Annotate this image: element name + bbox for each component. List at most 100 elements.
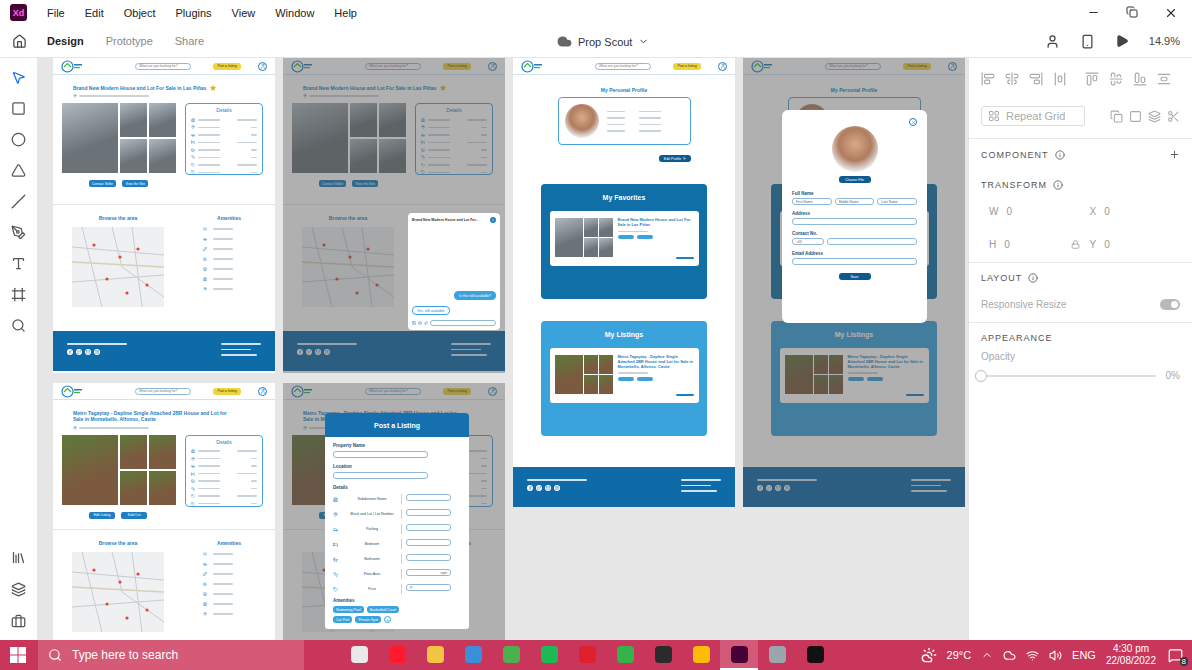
boolean-icon[interactable] xyxy=(1110,110,1123,123)
listing-photo[interactable] xyxy=(62,435,118,505)
text-tool[interactable] xyxy=(10,254,28,272)
social-link[interactable] xyxy=(94,349,100,355)
assets-panel-button[interactable] xyxy=(10,548,28,566)
pen-tool[interactable] xyxy=(10,223,28,241)
artboard-tool[interactable] xyxy=(10,285,28,303)
tray-expand-icon[interactable] xyxy=(981,649,993,661)
listing-photo[interactable] xyxy=(149,435,176,469)
add-icon[interactable] xyxy=(1169,149,1180,160)
listing-action-button[interactable]: Sold Out xyxy=(121,512,147,519)
mode-tab[interactable]: Design xyxy=(47,35,84,47)
volume-icon[interactable] xyxy=(1049,649,1062,662)
wifi-icon[interactable] xyxy=(1026,649,1039,662)
close-button[interactable] xyxy=(490,217,496,223)
social-link[interactable] xyxy=(536,485,542,491)
image-icon[interactable] xyxy=(412,321,416,325)
align-icon[interactable] xyxy=(1157,72,1171,86)
plugins-panel-button[interactable] xyxy=(10,612,28,630)
menu-item[interactable]: File xyxy=(47,7,65,19)
listing-card[interactable]: Brand New Modern House and Lot For Sale … xyxy=(550,211,699,266)
text-field[interactable]: +63 xyxy=(792,238,824,245)
text-field[interactable]: Last Name xyxy=(877,198,917,205)
amenity-tag[interactable]: Basketball Court xyxy=(367,606,399,613)
account-icon[interactable] xyxy=(258,62,267,71)
social-link[interactable] xyxy=(76,349,82,355)
listing-photo[interactable] xyxy=(120,435,147,469)
mode-tab[interactable]: Prototype xyxy=(106,35,153,47)
boolean-icon[interactable] xyxy=(1148,110,1161,123)
listing-action-button[interactable]: Edit Listing xyxy=(89,512,115,519)
site-search[interactable]: What are you looking for? xyxy=(135,63,191,70)
line-tool[interactable] xyxy=(10,192,28,210)
mode-tab[interactable]: Share xyxy=(175,35,204,47)
text-field[interactable] xyxy=(406,539,451,546)
emoji-icon[interactable] xyxy=(418,321,422,325)
taskbar-app[interactable] xyxy=(416,640,454,670)
restore-icon[interactable] xyxy=(1126,6,1138,18)
align-icon[interactable] xyxy=(981,72,995,86)
taskbar-app[interactable] xyxy=(530,640,568,670)
menu-item[interactable]: Object xyxy=(124,7,156,19)
language-indicator[interactable]: ENG xyxy=(1072,649,1096,661)
boolean-icon[interactable] xyxy=(1129,110,1142,123)
account-icon[interactable] xyxy=(258,387,267,396)
taskbar-app[interactable] xyxy=(606,640,644,670)
text-field[interactable] xyxy=(406,509,451,516)
align-icon[interactable] xyxy=(1133,72,1147,86)
menu-item[interactable]: Help xyxy=(334,7,357,19)
boolean-icon[interactable] xyxy=(1167,110,1180,123)
post-listing-button[interactable]: Post a listing xyxy=(673,63,701,70)
social-link[interactable] xyxy=(545,485,551,491)
taskbar-app[interactable] xyxy=(758,640,796,670)
taskbar-app[interactable] xyxy=(492,640,530,670)
text-field[interactable] xyxy=(406,524,451,531)
minimize-icon[interactable] xyxy=(1087,6,1100,19)
menu-item[interactable]: View xyxy=(232,7,256,19)
choose-file-button[interactable]: Choose File xyxy=(839,176,871,183)
social-link[interactable] xyxy=(85,349,91,355)
align-icon[interactable] xyxy=(1029,72,1043,86)
menu-item[interactable]: Edit xyxy=(85,7,104,19)
edit-profile-button[interactable]: Edit Profile xyxy=(659,155,691,162)
layers-panel-button[interactable] xyxy=(10,580,28,598)
align-icon[interactable] xyxy=(1085,72,1099,86)
site-search[interactable]: What are you looking for? xyxy=(595,63,651,70)
text-field[interactable] xyxy=(792,218,917,225)
area-map[interactable] xyxy=(72,552,164,632)
amenity-tag[interactable]: Private Gym xyxy=(355,616,381,623)
text-field[interactable] xyxy=(827,238,917,245)
text-field[interactable] xyxy=(333,451,428,458)
ellipse-tool[interactable] xyxy=(10,130,28,148)
menu-item[interactable]: Plugins xyxy=(176,7,212,19)
listing-photo[interactable] xyxy=(149,103,176,137)
windows-start-icon[interactable] xyxy=(10,647,26,663)
text-field[interactable]: ₱ xyxy=(406,584,451,591)
taskbar-app[interactable] xyxy=(568,640,606,670)
listing-action-button[interactable]: View the Site xyxy=(122,180,148,187)
chat-input[interactable] xyxy=(430,320,496,326)
text-field[interactable] xyxy=(792,258,917,265)
polygon-tool[interactable] xyxy=(10,161,28,179)
amenity-tag[interactable]: Swimming Pool xyxy=(333,606,364,613)
close-button[interactable] xyxy=(909,118,917,126)
taskbar-app[interactable] xyxy=(378,640,416,670)
star-icon[interactable] xyxy=(210,85,216,91)
amenity-tag[interactable]: Car Port xyxy=(333,616,352,623)
listing-photo[interactable] xyxy=(120,103,147,137)
taskbar-app[interactable] xyxy=(644,640,682,670)
social-link[interactable] xyxy=(67,349,73,355)
text-field[interactable] xyxy=(406,554,451,561)
align-icon[interactable] xyxy=(1109,72,1123,86)
listing-photo[interactable] xyxy=(149,139,176,173)
clock[interactable]: 4:30 pm22/08/2022 xyxy=(1106,643,1156,668)
post-listing-button[interactable]: Post a listing xyxy=(213,63,241,70)
menu-item[interactable]: Window xyxy=(275,7,314,19)
listing-action-button[interactable]: Contact Seller xyxy=(89,180,116,187)
save-button[interactable]: Save xyxy=(839,273,871,280)
align-icon[interactable] xyxy=(1005,72,1019,86)
text-field[interactable] xyxy=(406,494,451,501)
taskbar-app[interactable] xyxy=(796,640,834,670)
zoom-level[interactable]: 14.9% xyxy=(1149,35,1180,47)
notifications-button[interactable]: 8 xyxy=(1166,646,1184,664)
attach-icon[interactable] xyxy=(424,321,428,325)
